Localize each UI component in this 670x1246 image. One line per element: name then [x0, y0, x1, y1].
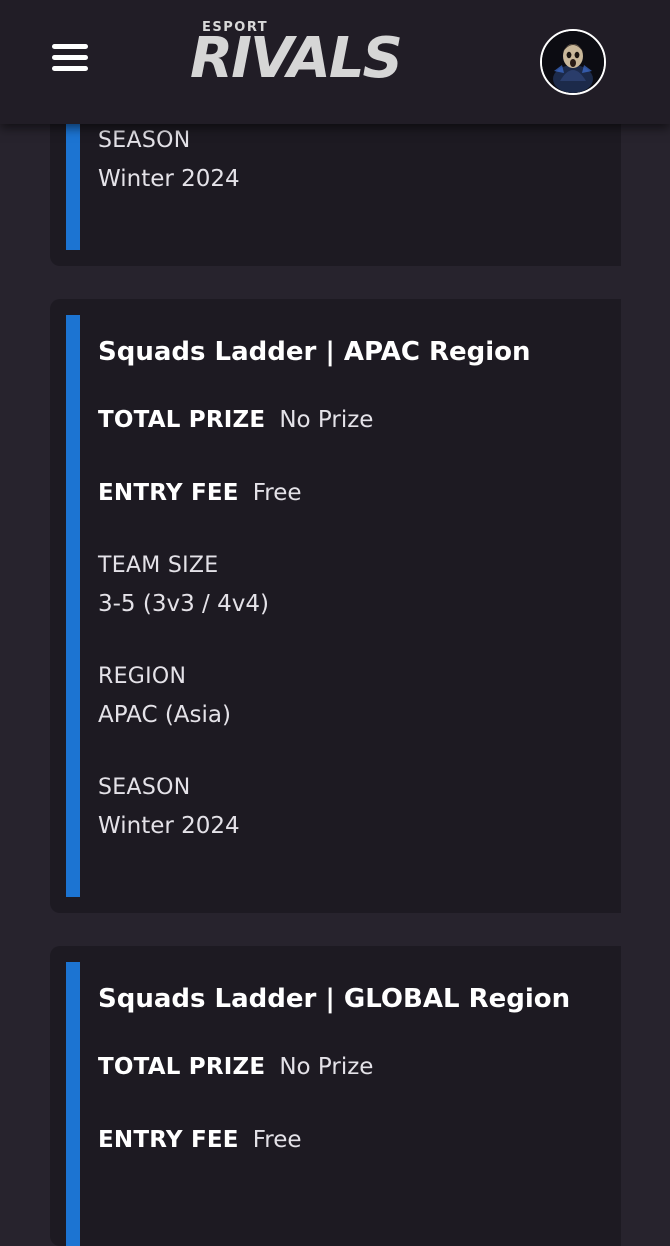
region-label: REGION — [98, 664, 187, 689]
season-label: SEASON — [98, 775, 191, 800]
total-prize-value: No Prize — [279, 1054, 374, 1080]
card-accent-bar — [66, 315, 80, 897]
region-value: APAC (Asia) — [98, 702, 231, 728]
entry-fee-row: ENTRY FEE Free — [98, 1127, 302, 1153]
rivals-logo[interactable]: ESPORT RIVALS — [190, 18, 462, 96]
logo-big-text: RIVALS — [190, 26, 403, 91]
total-prize-row: TOTAL PRIZE No Prize — [98, 1054, 373, 1080]
total-prize-value: No Prize — [279, 407, 374, 433]
total-prize-label: TOTAL PRIZE — [98, 1054, 266, 1080]
entry-fee-value: Free — [252, 480, 302, 506]
team-size-value: 3-5 (3v3 / 4v4) — [98, 591, 269, 617]
entry-fee-row: ENTRY FEE Free — [98, 480, 302, 506]
entry-fee-label: ENTRY FEE — [98, 1127, 239, 1153]
top-app-bar: ESPORT RIVALS — [0, 0, 670, 124]
season-value: Winter 2024 — [98, 813, 240, 839]
menu-icon[interactable] — [52, 44, 88, 72]
team-size-label: TEAM SIZE — [98, 553, 219, 578]
entry-fee-value: Free — [252, 1127, 302, 1153]
season-value: Winter 2024 — [98, 166, 240, 192]
avatar[interactable] — [540, 29, 606, 95]
ladder-title[interactable]: Squads Ladder | GLOBAL Region — [98, 984, 570, 1014]
avatar-image — [542, 31, 604, 93]
season-label: SEASON — [98, 128, 191, 153]
ladder-card[interactable]: Squads Ladder | APAC Region TOTAL PRIZE N… — [50, 299, 621, 913]
total-prize-row: TOTAL PRIZE No Prize — [98, 407, 373, 433]
card-accent-bar — [66, 962, 80, 1246]
total-prize-label: TOTAL PRIZE — [98, 407, 266, 433]
ladder-title[interactable]: Squads Ladder | APAC Region — [98, 337, 531, 367]
ladder-card[interactable]: Squads Ladder | GLOBAL Region TOTAL PRIZ… — [50, 946, 621, 1246]
entry-fee-label: ENTRY FEE — [98, 480, 239, 506]
